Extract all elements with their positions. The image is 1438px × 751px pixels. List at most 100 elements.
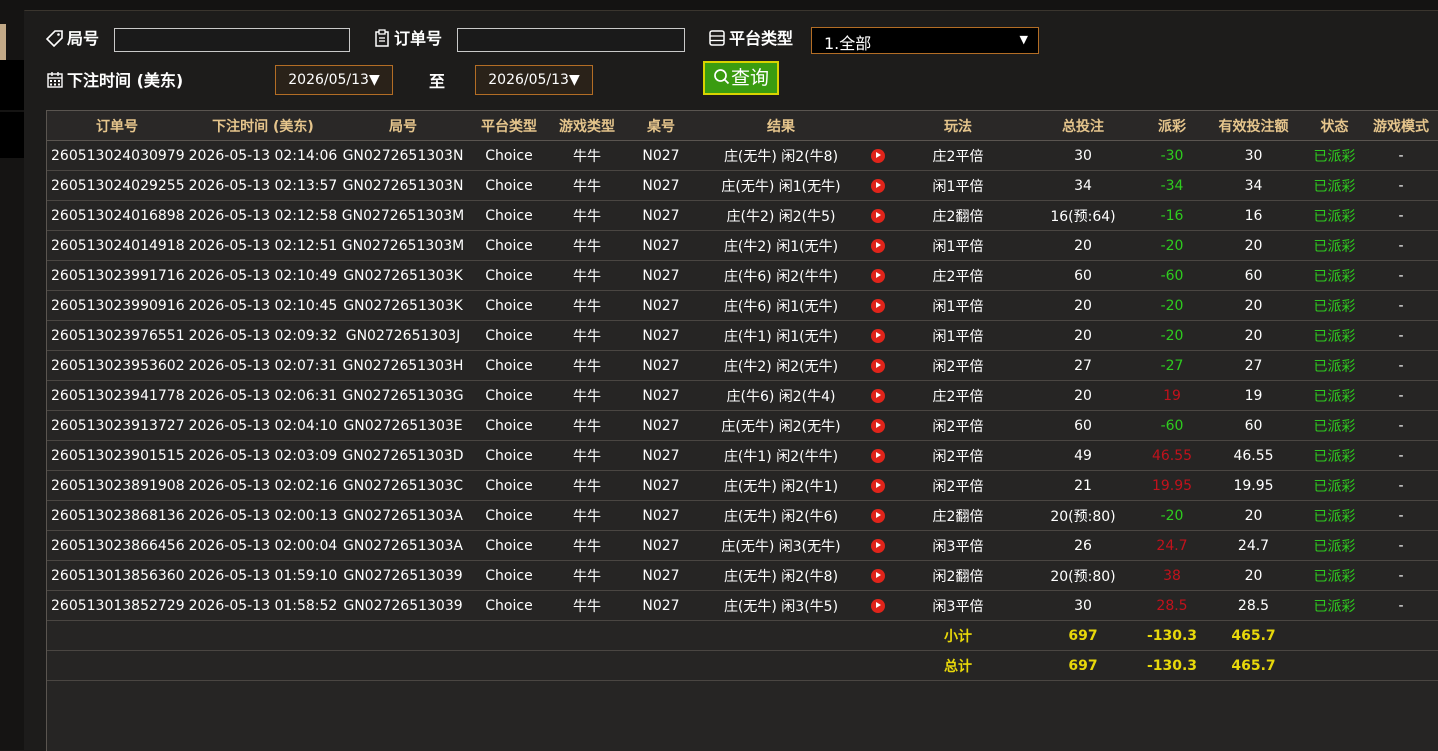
table-row[interactable]: 260513023913727 2026-05-13 02:04:10 GN0272… — [47, 410, 1438, 441]
cell-table: N027 — [623, 440, 699, 471]
date-to-picker[interactable]: 2026/05/13▼ — [475, 65, 593, 95]
header-col-payout: 派彩 — [1143, 111, 1201, 141]
table-row[interactable]: 260513013856360 2026-05-13 01:59:10 GN0272… — [47, 560, 1438, 591]
cell-round: GN0272651303D — [339, 440, 467, 471]
cell-order: 260513024014918 — [47, 230, 187, 261]
subtotal-row-empty-cell — [187, 620, 339, 651]
cell-mode: - — [1363, 350, 1438, 381]
play-icon[interactable] — [871, 208, 885, 223]
header-col-result: 结果 — [699, 111, 863, 141]
cell-play: 闲3平倍 — [893, 590, 1023, 621]
cell-game: 牛牛 — [551, 290, 623, 321]
platform-select-value: 1.全部 — [824, 34, 872, 53]
left-rail-tab-1[interactable] — [0, 60, 24, 110]
play-icon[interactable] — [871, 358, 885, 373]
play-icon[interactable] — [871, 508, 885, 523]
subtotal-row-empty-cell — [467, 620, 551, 651]
main-panel: 局号 订单号 平台类型 1.全部 ▼ 下注时间 (美东) 2026/05/13▼… — [24, 11, 1438, 751]
platform-label: 平台类型 — [729, 29, 794, 48]
play-icon[interactable] — [871, 328, 885, 343]
play-icon[interactable] — [871, 568, 885, 583]
grandtotal-row-empty-cell — [1363, 650, 1438, 681]
date-from-picker[interactable]: 2026/05/13▼ — [275, 65, 393, 95]
play-icon[interactable] — [871, 598, 885, 613]
to-label: 至 — [429, 72, 446, 91]
cell-status: 已派彩 — [1306, 320, 1363, 351]
round-input[interactable] — [114, 28, 350, 52]
cell-order: 260513024016898 — [47, 200, 187, 231]
play-icon[interactable] — [871, 418, 885, 433]
order-label: 订单号 — [394, 29, 443, 48]
cell-payout: -20 — [1143, 320, 1201, 351]
platform-select[interactable]: 1.全部 ▼ — [811, 27, 1039, 54]
table-row[interactable]: 260513023866456 2026-05-13 02:00:04 GN0272… — [47, 530, 1438, 561]
play-icon[interactable] — [871, 238, 885, 253]
play-icon[interactable] — [871, 538, 885, 553]
cell-action — [863, 350, 893, 381]
cell-play: 庄2翻倍 — [893, 500, 1023, 531]
cell-action — [863, 380, 893, 411]
cell-action — [863, 560, 893, 591]
play-icon[interactable] — [871, 478, 885, 493]
cell-order: 260513023976551 — [47, 320, 187, 351]
table-row[interactable]: 260513024030979 2026-05-13 02:14:06 GN0272… — [47, 140, 1438, 171]
play-icon[interactable] — [871, 268, 885, 283]
play-icon[interactable] — [871, 388, 885, 403]
cell-table: N027 — [623, 530, 699, 561]
table-row[interactable]: 260513023901515 2026-05-13 02:03:09 GN0272… — [47, 440, 1438, 471]
table-row[interactable]: 260513023991716 2026-05-13 02:10:49 GN0272… — [47, 260, 1438, 291]
cell-time: 2026-05-13 02:10:49 — [187, 260, 339, 291]
cell-table: N027 — [623, 230, 699, 261]
subtotal-row-empty-cell — [623, 620, 699, 651]
round-label: 局号 — [67, 29, 100, 48]
cell-play: 庄2平倍 — [893, 260, 1023, 291]
play-icon[interactable] — [871, 148, 885, 163]
table-row[interactable]: 260513023891908 2026-05-13 02:02:16 GN0272… — [47, 470, 1438, 501]
grandtotal-row-empty-cell — [339, 650, 467, 681]
cell-result: 庄(无牛) 闲2(牛8) — [699, 560, 863, 591]
cell-time: 2026-05-13 02:00:13 — [187, 500, 339, 531]
table-row[interactable]: 260513013852729 2026-05-13 01:58:52 GN0272… — [47, 590, 1438, 621]
table-row[interactable]: 260513024014918 2026-05-13 02:12:51 GN0272… — [47, 230, 1438, 261]
table-row[interactable]: 260513024016898 2026-05-13 02:12:58 GN0272… — [47, 200, 1438, 231]
subtotal-row-total: 697 — [1023, 620, 1143, 651]
cell-play: 闲2平倍 — [893, 470, 1023, 501]
cell-valid: 20 — [1201, 500, 1306, 531]
cell-platform: Choice — [467, 590, 551, 621]
subtotal-row-empty-cell — [551, 620, 623, 651]
cell-game: 牛牛 — [551, 530, 623, 561]
query-button[interactable]: 查询 — [703, 61, 779, 95]
table-row[interactable]: 260513023976551 2026-05-13 02:09:32 GN0272… — [47, 320, 1438, 351]
cell-time: 2026-05-13 01:59:10 — [187, 560, 339, 591]
cell-game: 牛牛 — [551, 380, 623, 411]
cell-time: 2026-05-13 02:04:10 — [187, 410, 339, 441]
cell-round: GN02726513039 — [339, 590, 467, 621]
play-icon[interactable] — [871, 448, 885, 463]
cell-time: 2026-05-13 02:10:45 — [187, 290, 339, 321]
cell-table: N027 — [623, 410, 699, 441]
cell-time: 2026-05-13 02:12:51 — [187, 230, 339, 261]
cell-mode: - — [1363, 230, 1438, 261]
table-row[interactable]: 260513024029255 2026-05-13 02:13:57 GN0272… — [47, 170, 1438, 201]
table-row[interactable]: 260513023868136 2026-05-13 02:00:13 GN0272… — [47, 500, 1438, 531]
play-icon[interactable] — [871, 298, 885, 313]
cell-round: GN0272651303E — [339, 410, 467, 441]
header-col-valid: 有效投注额 — [1201, 111, 1306, 141]
left-rail-tab-2[interactable] — [0, 112, 24, 158]
table-row[interactable]: 260513023953602 2026-05-13 02:07:31 GN0272… — [47, 350, 1438, 381]
cell-total: 30 — [1023, 590, 1143, 621]
cell-total: 20 — [1023, 230, 1143, 261]
cell-mode: - — [1363, 500, 1438, 531]
cell-action — [863, 260, 893, 291]
table-row[interactable]: 260513023990916 2026-05-13 02:10:45 GN0272… — [47, 290, 1438, 321]
order-input[interactable] — [457, 28, 685, 52]
cell-game: 牛牛 — [551, 350, 623, 381]
grandtotal-row-valid: 465.7 — [1201, 650, 1306, 681]
cell-time: 2026-05-13 02:03:09 — [187, 440, 339, 471]
header-col-mode: 游戏模式 — [1363, 111, 1438, 141]
cell-total: 20(预:80) — [1023, 500, 1143, 531]
table-row[interactable]: 260513023941778 2026-05-13 02:06:31 GN0272… — [47, 380, 1438, 411]
cell-valid: 20 — [1201, 230, 1306, 261]
date-from-value: 2026/05/13 — [288, 72, 369, 88]
play-icon[interactable] — [871, 178, 885, 193]
